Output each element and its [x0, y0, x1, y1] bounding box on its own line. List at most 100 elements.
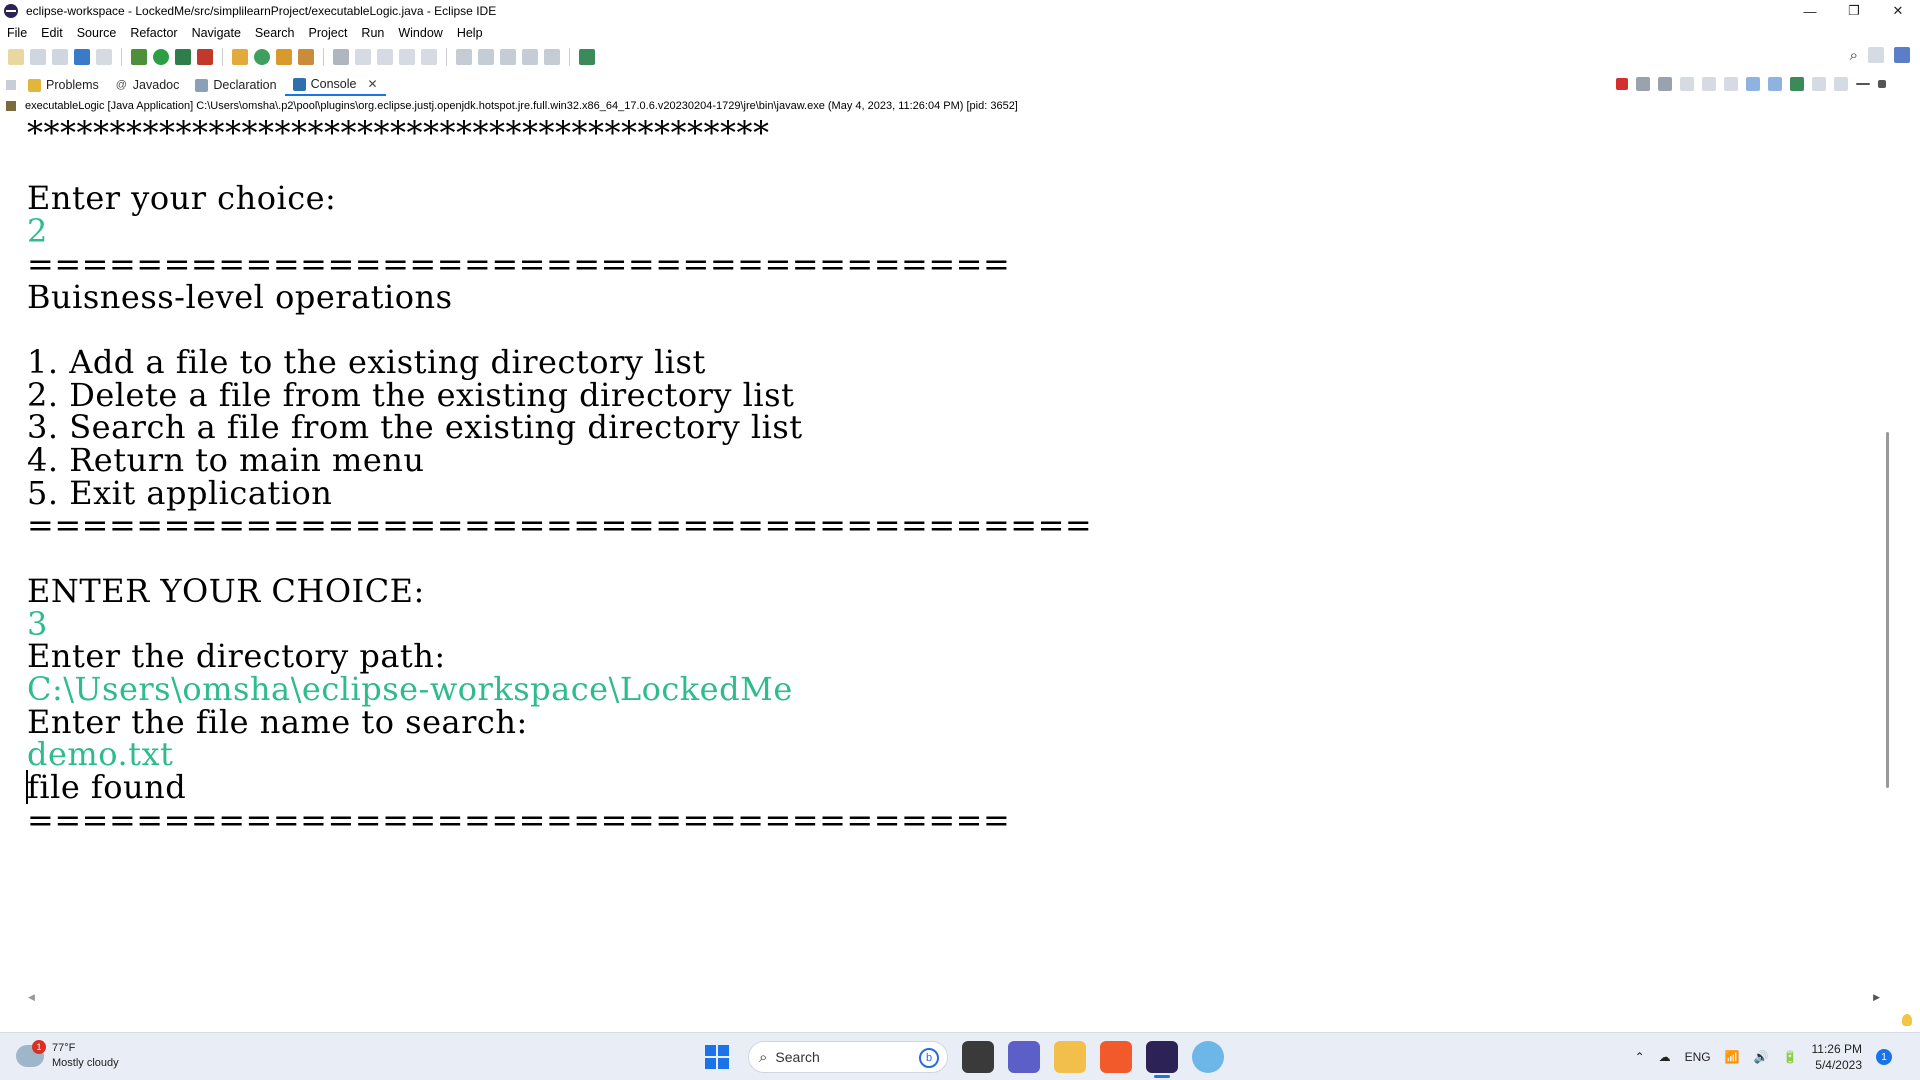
- close-tab-icon[interactable]: ✕: [367, 77, 377, 91]
- weather-widget[interactable]: 1 77°F Mostly cloudy: [16, 1040, 119, 1071]
- next-annotation-icon[interactable]: [456, 49, 472, 65]
- problems-icon: [28, 78, 41, 92]
- taskbar-search[interactable]: ⌕ Search b: [748, 1041, 948, 1073]
- close-button[interactable]: ✕: [1876, 0, 1920, 22]
- debug-icon[interactable]: [131, 49, 147, 65]
- toggle-annotations-icon[interactable]: [333, 49, 349, 65]
- search-placeholder: Search: [775, 1049, 820, 1065]
- menu-project[interactable]: Project: [302, 26, 355, 40]
- last-edit-location-icon[interactable]: [500, 49, 516, 65]
- forward-icon[interactable]: [544, 49, 560, 65]
- terminal-icon[interactable]: [74, 49, 90, 65]
- new-java-package-icon[interactable]: [232, 49, 248, 65]
- show-on-stderr-icon[interactable]: [1768, 77, 1782, 91]
- new-java-class-icon[interactable]: [254, 49, 270, 65]
- skip-breakpoints-icon[interactable]: [96, 49, 112, 65]
- minimize-button[interactable]: —: [1788, 0, 1832, 22]
- battery-icon[interactable]: 🔋: [1783, 1050, 1798, 1064]
- restore-button[interactable]: ❐: [1832, 0, 1876, 22]
- tab-console[interactable]: Console ✕: [284, 74, 386, 96]
- wifi-icon[interactable]: 📶: [1725, 1050, 1740, 1064]
- file-explorer-icon[interactable]: [1054, 1041, 1086, 1073]
- show-whitespace-icon[interactable]: [421, 49, 437, 65]
- vertical-scrollbar[interactable]: [1880, 114, 1894, 990]
- weather-description: Mostly cloudy: [52, 1057, 119, 1069]
- terminate-icon[interactable]: [1616, 78, 1628, 90]
- word-wrap-icon[interactable]: [399, 49, 415, 65]
- menu-navigate[interactable]: Navigate: [185, 26, 248, 40]
- coverage-icon[interactable]: [175, 49, 191, 65]
- tab-declaration[interactable]: Declaration: [187, 74, 284, 96]
- save-icon[interactable]: [30, 49, 46, 65]
- previous-annotation-icon[interactable]: [478, 49, 494, 65]
- open-type-icon[interactable]: [276, 49, 292, 65]
- new-icon[interactable]: [8, 49, 24, 65]
- menu-file[interactable]: File: [0, 26, 34, 40]
- weather-temperature: 77°F: [52, 1042, 76, 1054]
- open-perspective-icon[interactable]: [1868, 47, 1884, 63]
- scrollbar-thumb[interactable]: [1886, 432, 1889, 788]
- mark-occurrences-icon[interactable]: [355, 49, 371, 65]
- pin-console-icon[interactable]: [1790, 77, 1804, 91]
- minimize-panel-icon[interactable]: [1856, 83, 1870, 85]
- save-all-icon[interactable]: [52, 49, 68, 65]
- console-output[interactable]: ****************************************…: [24, 114, 1880, 990]
- clock[interactable]: 11:26 PM 5/4/2023: [1812, 1041, 1862, 1073]
- menu-help[interactable]: Help: [450, 26, 490, 40]
- lightbulb-icon[interactable]: [1902, 1014, 1912, 1026]
- java-perspective-icon[interactable]: [1894, 47, 1910, 63]
- console-icon: [292, 77, 306, 91]
- title-bar: eclipse-workspace - LockedMe/src/simplil…: [0, 0, 1920, 22]
- weather-badge: 1: [32, 1040, 46, 1054]
- task-view-icon[interactable]: [962, 1041, 994, 1073]
- remove-launch-icon[interactable]: [1636, 77, 1650, 91]
- console-output-line: Buisness-level operations: [27, 277, 453, 316]
- process-icon: [6, 101, 16, 111]
- show-on-stdout-icon[interactable]: [1746, 77, 1760, 91]
- menu-run[interactable]: Run: [354, 26, 391, 40]
- console-output-line: ENTER YOUR CHOICE:: [27, 571, 425, 610]
- open-console-icon[interactable]: [1834, 77, 1848, 91]
- volume-icon[interactable]: 🔊: [1754, 1050, 1769, 1064]
- eclipse-taskbar-icon[interactable]: [1146, 1041, 1178, 1078]
- tab-problems[interactable]: Problems: [20, 74, 107, 96]
- pin-editor-icon[interactable]: [579, 49, 595, 65]
- right-trim-stack: [1894, 73, 1920, 1013]
- process-description: executableLogic [Java Application] C:\Us…: [25, 100, 1018, 112]
- display-console-icon[interactable]: [1812, 77, 1826, 91]
- word-wrap-console-icon[interactable]: [1724, 77, 1738, 91]
- search-icon[interactable]: ⌕: [1850, 47, 1858, 64]
- minimize-view-icon[interactable]: [6, 80, 16, 90]
- chevron-up-icon[interactable]: ⌃: [1635, 1050, 1645, 1064]
- brave-browser-icon[interactable]: [1100, 1041, 1132, 1073]
- menu-window[interactable]: Window: [391, 26, 449, 40]
- teams-chat-icon[interactable]: [1008, 1041, 1040, 1073]
- clock-date: 5/4/2023: [1815, 1058, 1862, 1072]
- menu-edit[interactable]: Edit: [34, 26, 70, 40]
- clear-console-icon[interactable]: [1680, 77, 1694, 91]
- notification-badge[interactable]: 1: [1876, 1049, 1892, 1065]
- globe-app-icon[interactable]: [1192, 1041, 1224, 1073]
- run-icon[interactable]: [153, 49, 169, 65]
- language-indicator[interactable]: ENG: [1685, 1050, 1711, 1064]
- block-selection-icon[interactable]: [377, 49, 393, 65]
- maximize-panel-icon[interactable]: [1878, 80, 1886, 88]
- menu-refactor[interactable]: Refactor: [123, 26, 184, 40]
- search-tool-icon[interactable]: [298, 49, 314, 65]
- main-toolbar: [0, 44, 1920, 70]
- horizontal-scrollbar[interactable]: ◀ ▶: [24, 990, 1880, 1004]
- menu-source[interactable]: Source: [70, 26, 124, 40]
- toolbar-separator: [121, 48, 122, 66]
- console-process-label: executableLogic [Java Application] C:\Us…: [0, 98, 1920, 114]
- scroll-left-icon[interactable]: ◀: [28, 992, 35, 1003]
- tab-javadoc[interactable]: @ Javadoc: [107, 74, 188, 96]
- remove-all-terminated-icon[interactable]: [1658, 77, 1672, 91]
- scroll-right-icon[interactable]: ▶: [1873, 992, 1880, 1003]
- bing-icon[interactable]: b: [919, 1048, 939, 1068]
- scroll-lock-icon[interactable]: [1702, 77, 1716, 91]
- onedrive-icon[interactable]: ☁: [1659, 1050, 1671, 1064]
- menu-search[interactable]: Search: [248, 26, 302, 40]
- external-tools-icon[interactable]: [197, 49, 213, 65]
- start-button[interactable]: [700, 1040, 734, 1074]
- back-icon[interactable]: [522, 49, 538, 65]
